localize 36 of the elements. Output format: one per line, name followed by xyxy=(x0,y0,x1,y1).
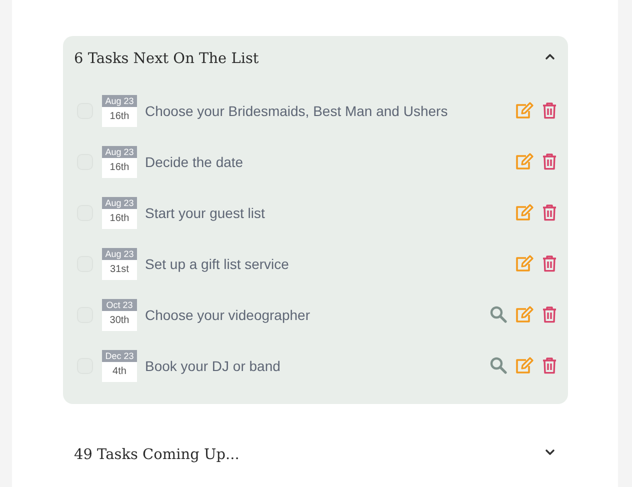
chevron-down-icon[interactable] xyxy=(545,448,555,456)
date-day: 16th xyxy=(102,158,137,178)
task-title: Decide the date xyxy=(145,154,244,170)
date-day: 30th xyxy=(102,310,137,330)
trash-icon[interactable] xyxy=(542,204,557,221)
date-month: Aug 23 xyxy=(102,248,137,260)
trash-icon[interactable] xyxy=(542,102,557,119)
edit-icon[interactable] xyxy=(515,255,534,272)
date-day: 16th xyxy=(102,106,137,126)
section-title: 6 Tasks Next On The List xyxy=(74,51,259,67)
trash-icon[interactable] xyxy=(542,357,557,374)
task-title: Choose your Bridesmaids, Best Man and Ushers xyxy=(145,102,449,118)
trash-icon[interactable] xyxy=(542,153,557,170)
task-title: Choose your videographer xyxy=(145,306,311,322)
section-title: 49 Tasks Coming Up... xyxy=(74,447,240,463)
edit-icon[interactable] xyxy=(515,102,534,119)
edit-icon[interactable] xyxy=(515,306,534,323)
task-title: Set up a gift list service xyxy=(145,256,290,272)
trash-icon[interactable] xyxy=(542,306,557,323)
edit-icon[interactable] xyxy=(515,357,534,374)
date-day: 4th xyxy=(102,362,137,382)
date-day: 31st xyxy=(102,260,137,280)
date-month: Aug 23 xyxy=(102,146,137,158)
search-icon[interactable] xyxy=(490,357,507,374)
search-icon[interactable] xyxy=(490,306,507,323)
date-month: Aug 23 xyxy=(102,196,137,208)
date-month: Dec 23 xyxy=(102,350,137,362)
date-month: Aug 23 xyxy=(102,94,137,106)
task-title: Start your guest list xyxy=(145,204,266,220)
edit-icon[interactable] xyxy=(515,204,534,221)
date-day: 16th xyxy=(102,208,137,228)
chevron-up-icon[interactable] xyxy=(545,52,555,60)
trash-icon[interactable] xyxy=(542,255,557,272)
edit-icon[interactable] xyxy=(515,153,534,170)
date-month: Oct 23 xyxy=(102,298,137,310)
task-title: Book your DJ or band xyxy=(145,358,282,374)
